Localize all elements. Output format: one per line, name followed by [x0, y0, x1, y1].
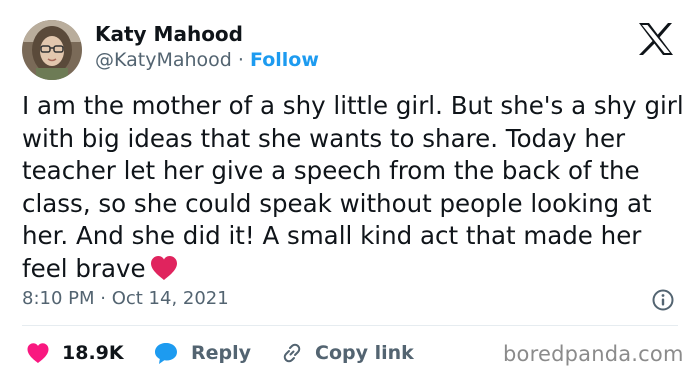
- author-handle[interactable]: @KatyMahood: [95, 49, 232, 71]
- tweet-card: Katy Mahood @KatyMahood · Follow I am th…: [0, 0, 700, 379]
- copy-link-label: Copy link: [315, 342, 414, 364]
- red-heart-icon: [149, 255, 179, 281]
- tweet-timestamp[interactable]: 8:10 PM · Oct 14, 2021: [22, 287, 229, 311]
- x-logo-icon[interactable]: [638, 22, 674, 56]
- reply-bubble-icon: [153, 341, 179, 365]
- follow-button[interactable]: Follow: [250, 49, 319, 71]
- like-count: 18.9K: [62, 342, 124, 364]
- like-heart-icon: [26, 342, 50, 364]
- avatar[interactable]: [22, 20, 82, 80]
- tweet-text: I am the mother of a shy little girl. Bu…: [22, 90, 692, 285]
- author-name[interactable]: Katy Mahood: [95, 22, 243, 46]
- author-handle-row: @KatyMahood · Follow: [95, 48, 319, 72]
- copy-link-button[interactable]: Copy link: [280, 339, 414, 367]
- divider: [22, 325, 678, 326]
- watermark: boredpanda.com: [503, 342, 684, 366]
- separator: ·: [237, 49, 244, 71]
- like-button[interactable]: 18.9K: [26, 339, 124, 367]
- info-icon[interactable]: [651, 288, 675, 312]
- reply-button[interactable]: Reply: [153, 339, 251, 367]
- reply-label: Reply: [191, 342, 252, 364]
- tweet-body: I am the mother of a shy little girl. Bu…: [22, 91, 684, 283]
- link-icon: [280, 341, 304, 365]
